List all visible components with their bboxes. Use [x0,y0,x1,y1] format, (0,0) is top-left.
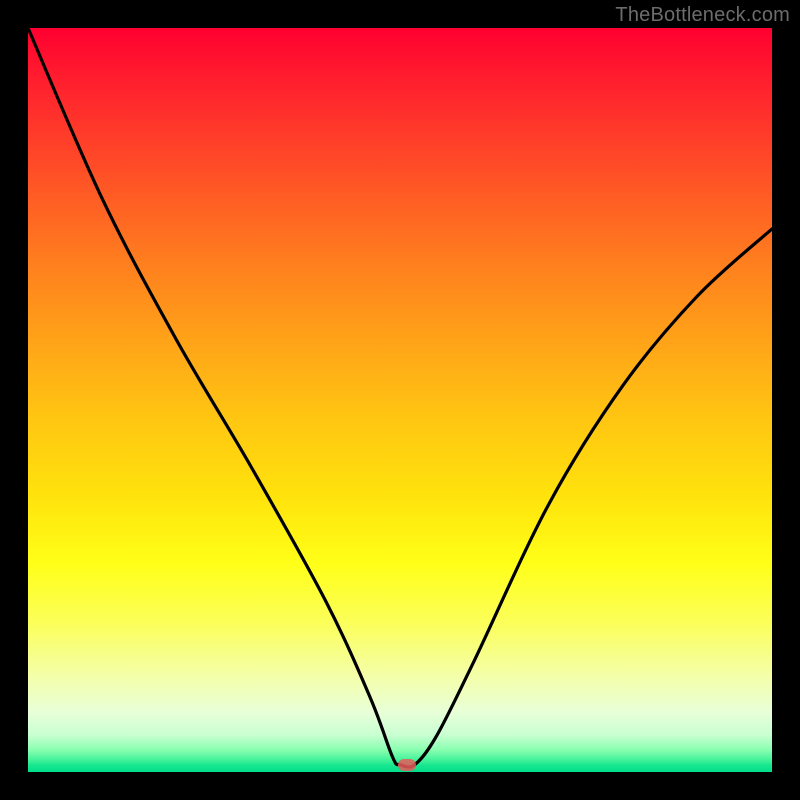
chart-frame: TheBottleneck.com [0,0,800,800]
watermark: TheBottleneck.com [615,4,790,27]
bottleneck-curve [28,28,772,772]
optimum-marker [398,759,416,771]
plot-area [28,28,772,772]
